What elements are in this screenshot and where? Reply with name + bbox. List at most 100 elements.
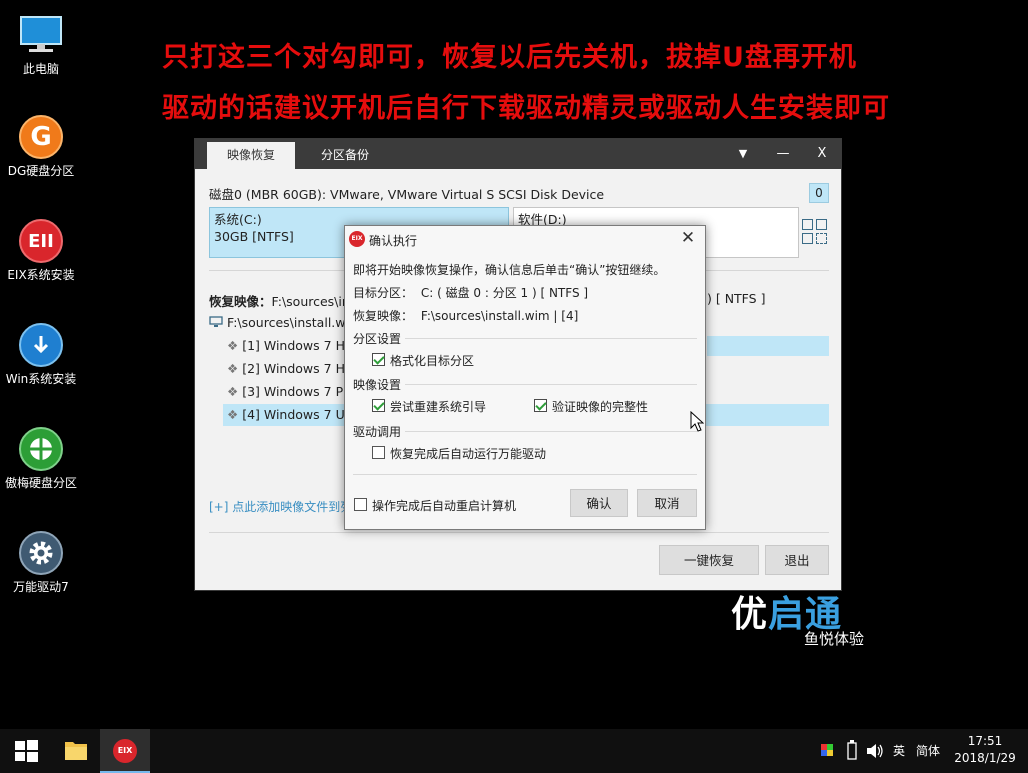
restore-image-label: 恢复映像： — [353, 309, 414, 323]
target-partition-label: 目标分区： — [353, 286, 414, 300]
disk-title: 磁盘0 (MBR 60GB): VMware, VMware Virtual S… — [209, 187, 605, 202]
image-tree-root[interactable]: F:\sources\install.wir — [209, 315, 354, 330]
add-image-link[interactable]: [+] 点此添加映像文件到列 — [209, 498, 352, 515]
layers-icon: ❖ — [227, 407, 243, 422]
layers-icon: ❖ — [227, 384, 243, 399]
tree-item-image-3[interactable]: ❖ [3] Windows 7 Pi — [223, 381, 346, 403]
restore-image-label: 恢复映像： — [209, 294, 272, 309]
eix-taskbar-button[interactable]: EIX — [100, 729, 150, 773]
tree-root-label: F:\sources\install.wir — [227, 315, 355, 330]
brand-subtitle: 鱼悦体验 — [804, 630, 865, 648]
layers-icon: ❖ — [227, 338, 243, 353]
monitor-icon — [18, 12, 64, 58]
brand-part1: 优 — [731, 594, 769, 635]
restore-image-row: 恢复映像： F:\sources\install.wim | [4] — [353, 307, 578, 324]
rebuild-boot-checkbox[interactable] — [372, 399, 385, 412]
restore-image-row: 恢复映像：F:\sources\in — [209, 291, 350, 310]
rebuild-boot-label[interactable]: 尝试重建系统引导 — [390, 398, 486, 415]
desktop-icon-dg-partition[interactable]: G DG硬盘分区 — [0, 114, 82, 179]
desktop-icon-label: Win系统安装 — [5, 372, 77, 386]
disk-count-badge: 0 — [809, 183, 829, 203]
tree-item-label: [2] Windows 7 H — [242, 361, 345, 376]
tab-image-restore[interactable]: 映像恢复 — [207, 142, 295, 169]
folder-icon — [65, 742, 87, 760]
divider — [405, 338, 697, 339]
gear-icon — [18, 530, 64, 576]
clock-date: 2018/1/29 — [954, 751, 1016, 765]
divider — [353, 474, 697, 475]
eix-logo-icon: EII — [18, 218, 64, 264]
tree-item-image-2[interactable]: ❖ [2] Windows 7 H — [223, 358, 345, 380]
computer-icon — [209, 316, 223, 327]
restore-image-path: F:\sources\in — [271, 294, 350, 309]
close-button[interactable]: X — [802, 139, 842, 169]
auto-driver-checkbox[interactable] — [372, 446, 385, 459]
menu-dropdown-button[interactable]: ▼ — [723, 139, 763, 169]
tree-item-label: [1] Windows 7 H — [242, 338, 345, 353]
exit-button[interactable]: 退出 — [765, 545, 829, 575]
eix-logo-icon: EIX — [349, 231, 365, 247]
windows-logo-icon — [15, 740, 38, 762]
format-label[interactable]: 格式化目标分区 — [390, 352, 474, 369]
desktop-icon-this-pc[interactable]: 此电脑 — [0, 12, 82, 77]
desktop-icon-label: DG硬盘分区 — [7, 164, 75, 178]
start-button[interactable] — [0, 729, 52, 773]
dg-g-icon: G — [18, 114, 64, 160]
auto-reboot-label[interactable]: 操作完成后自动重启计算机 — [372, 497, 516, 514]
tab-partition-backup[interactable]: 分区备份 — [305, 142, 385, 169]
desktop-icon-label: 万能驱动7 — [13, 580, 69, 594]
desktop-icon-win-install[interactable]: Win系统安装 — [0, 322, 82, 387]
divider — [209, 532, 829, 533]
divider — [405, 431, 697, 432]
download-arrow-icon — [18, 322, 64, 368]
clock[interactable]: 17:51 2018/1/29 — [945, 729, 1025, 773]
cancel-button[interactable]: 取消 — [637, 489, 697, 517]
usb-drive-tray-icon[interactable] — [842, 729, 862, 773]
one-click-restore-button[interactable]: 一键恢复 — [659, 545, 759, 575]
headline-driver-tip: 驱动的话建议开机后自行下载驱动精灵或驱动人生安装即可 — [162, 93, 890, 124]
clock-time: 17:51 — [967, 734, 1003, 748]
headline-instruction: 只打这三个对勾即可，恢复以后先关机，拔掉U盘再开机 — [162, 42, 857, 73]
highlight-fragment — [707, 336, 829, 356]
confirm-dialog: EIX 确认执行 ✕ 即将开始映像恢复操作，确认信息后单击“确认”按钮继续。 目… — [344, 225, 706, 530]
restore-fs-suffix: ) [ NTFS ] — [707, 291, 766, 306]
minimize-button[interactable]: — — [763, 139, 803, 169]
restore-image-value: F:\sources\install.wim | [4] — [420, 309, 579, 323]
verify-image-label[interactable]: 验证映像的完整性 — [552, 398, 648, 415]
dialog-close-icon[interactable]: ✕ — [679, 228, 697, 248]
window-titlebar: 映像恢复 分区备份 ▼ — X — [195, 139, 841, 169]
auto-driver-label[interactable]: 恢复完成后自动运行万能驱动 — [390, 445, 546, 462]
target-partition-value: C: ( 磁盘 0 : 分区 1 ) [ NTFS ] — [420, 286, 589, 300]
desktop-icon-universal-driver[interactable]: 万能驱动7 — [0, 530, 82, 595]
ime-mode-indicator[interactable]: 简体 — [916, 729, 940, 773]
desktop-icon-aomei-partition[interactable]: 傲梅硬盘分区 — [0, 426, 82, 491]
target-partition-row: 目标分区： C: ( 磁盘 0 : 分区 1 ) [ NTFS ] — [353, 284, 588, 301]
dialog-intro: 即将开始映像恢复操作，确认信息后单击“确认”按钮继续。 — [353, 263, 666, 277]
layout-grid-icon[interactable] — [802, 219, 828, 245]
verify-image-checkbox[interactable] — [534, 399, 547, 412]
dialog-title: 确认执行 — [369, 234, 418, 248]
section-image-settings: 映像设置 — [353, 378, 402, 392]
layers-icon: ❖ — [227, 361, 243, 376]
taskbar: EIX 英 简体 17:51 2018/1/29 — [0, 729, 1028, 773]
section-driver-call: 驱动调用 — [353, 425, 402, 439]
format-checkbox[interactable] — [372, 353, 385, 366]
pie-partition-icon — [18, 426, 64, 472]
section-partition-settings: 分区设置 — [353, 332, 402, 346]
desktop-icon-label: 此电脑 — [22, 62, 59, 76]
mouse-cursor-icon — [690, 411, 704, 432]
volume-tray-icon[interactable] — [864, 729, 886, 773]
tree-item-label: [3] Windows 7 Pi — [242, 384, 347, 399]
input-language-indicator[interactable]: 英 — [893, 729, 905, 773]
divider — [405, 384, 697, 385]
eix-logo-icon: EIX — [113, 739, 137, 763]
desktop-icon-label: EIX系统安装 — [7, 268, 75, 282]
color-app-tray-icon[interactable] — [818, 729, 838, 773]
auto-reboot-checkbox[interactable] — [354, 498, 367, 511]
desktop-icon-eix-install[interactable]: EII EIX系统安装 — [0, 218, 82, 283]
confirm-button[interactable]: 确认 — [570, 489, 628, 517]
desktop-icon-label: 傲梅硬盘分区 — [4, 476, 77, 490]
tree-item-label: [4] Windows 7 U — [242, 407, 345, 422]
file-explorer-button[interactable] — [52, 729, 100, 773]
tree-item-image-1[interactable]: ❖ [1] Windows 7 H — [223, 335, 345, 357]
